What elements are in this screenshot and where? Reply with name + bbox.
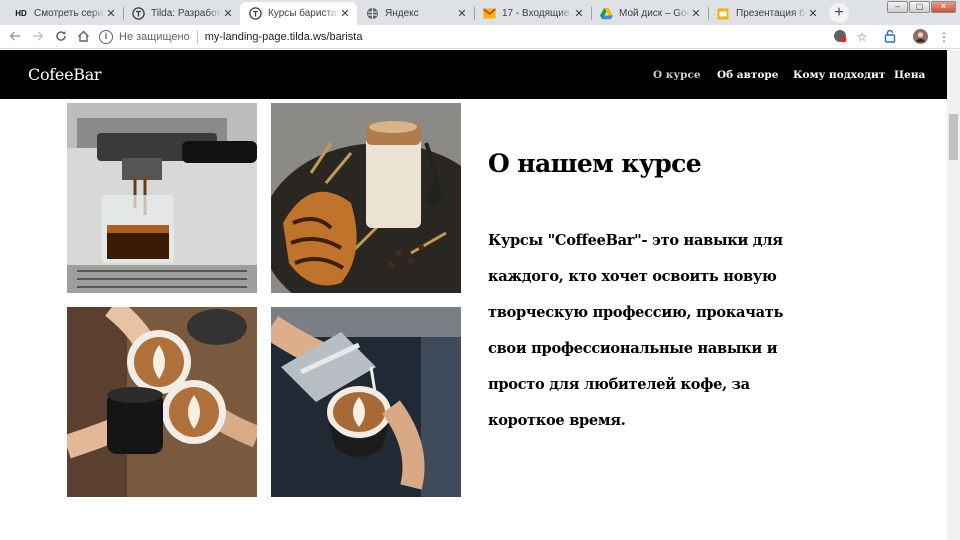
nav-link-price[interactable]: Цена <box>894 69 925 81</box>
star-icon[interactable]: ☆ <box>854 29 870 45</box>
avatar[interactable] <box>912 29 928 45</box>
site-logo[interactable]: CofeeBar <box>28 65 102 84</box>
close-icon[interactable]: ✕ <box>573 7 585 20</box>
tab-slides[interactable]: Презентация без н ✕ <box>708 2 825 25</box>
tab-drive[interactable]: Мой диск – Google ✕ <box>591 2 709 25</box>
paragraph-line: каждого, кто хочет освоить новую <box>488 268 777 285</box>
paragraph-line: творческую профессию, прокачать <box>488 304 784 321</box>
close-icon[interactable]: ✕ <box>339 7 351 20</box>
hd-icon: HD <box>15 9 27 18</box>
maximize-icon[interactable]: ▢ <box>909 1 930 13</box>
google-slides-icon <box>716 7 730 21</box>
extension-icon[interactable] <box>882 29 898 45</box>
photo-latte-pouring <box>271 307 461 497</box>
close-icon[interactable]: ✕ <box>105 7 117 20</box>
forward-icon[interactable] <box>29 28 47 46</box>
tab-title: 17 - Входящие — P <box>502 8 573 19</box>
tab-yandex[interactable]: Яндекс ✕ <box>357 2 475 25</box>
info-icon[interactable]: i <box>99 30 113 44</box>
close-icon[interactable]: ✕ <box>222 7 234 20</box>
google-drive-icon <box>599 7 613 21</box>
new-tab-button[interactable]: + <box>829 3 849 23</box>
tab-title: Tilda: Разработка с <box>151 8 222 19</box>
tab-series[interactable]: HD Смотреть сериал Ф ✕ <box>6 2 124 25</box>
section-paragraph: Курсы "CoffeeBar"- это навыки для каждог… <box>488 223 808 439</box>
paragraph-line: Курсы "CoffeeBar"- это навыки для <box>488 232 783 249</box>
tab-strip: HD Смотреть сериал Ф ✕ Tilda: Разработка… <box>0 0 960 25</box>
tilda-icon <box>131 7 145 21</box>
security-label: Не защищено <box>119 31 190 43</box>
browser-toolbar: i Не защищено my-landing-page.tilda.ws/b… <box>0 25 960 49</box>
close-icon[interactable]: ✕ <box>807 7 819 20</box>
mail-icon <box>482 7 496 21</box>
paragraph-line: свои профессиональные навыки и <box>488 340 778 357</box>
paragraph-line: короткое время. <box>488 412 626 429</box>
tab-title: Смотреть сериал Ф <box>34 8 105 19</box>
tab-barista[interactable]: Курсы бариста Cof ✕ <box>240 2 357 25</box>
nav-link-about-course[interactable]: О курсе <box>653 69 701 81</box>
tilda-icon <box>248 7 262 21</box>
tab-title: Презентация без н <box>736 8 807 19</box>
photo-espresso-machine <box>67 103 257 293</box>
photo-latte-cheers <box>67 307 257 497</box>
photo-croissant-latte <box>271 103 461 293</box>
address-bar[interactable]: i Не защищено my-landing-page.tilda.ws/b… <box>99 28 826 46</box>
tab-title: Яндекс <box>385 8 419 19</box>
tab-tilda[interactable]: Tilda: Разработка с ✕ <box>123 2 240 25</box>
url-text: my-landing-page.tilda.ws/barista <box>204 31 363 43</box>
home-icon[interactable] <box>74 28 92 46</box>
paragraph-line: просто для любителей кофе, за <box>488 376 750 393</box>
minimize-icon[interactable]: – <box>887 1 908 13</box>
kebab-menu-icon[interactable]: ⋮ <box>936 29 952 45</box>
nav-link-who-fits[interactable]: Кому подходит <box>793 69 885 81</box>
scrollbar-thumb[interactable] <box>949 114 958 160</box>
about-section: О нашем курсе Курсы "CoffeeBar"- это нав… <box>0 99 947 540</box>
window-close-icon[interactable]: ✕ <box>931 1 956 13</box>
translate-icon[interactable] <box>832 29 848 45</box>
nav-link-about-author[interactable]: Об авторе <box>717 69 778 81</box>
site-header: CofeeBar О курсе Об авторе Кому подходит… <box>0 50 947 99</box>
close-icon[interactable]: ✕ <box>690 7 702 20</box>
back-icon[interactable] <box>6 28 24 46</box>
tab-mail[interactable]: 17 - Входящие — P ✕ <box>474 2 592 25</box>
tab-title: Курсы бариста Cof <box>268 8 339 19</box>
tab-title: Мой диск – Google <box>619 8 690 19</box>
section-heading: О нашем курсе <box>488 149 702 178</box>
globe-icon <box>365 7 379 21</box>
reload-icon[interactable] <box>52 28 70 46</box>
close-icon[interactable]: ✕ <box>456 7 468 20</box>
